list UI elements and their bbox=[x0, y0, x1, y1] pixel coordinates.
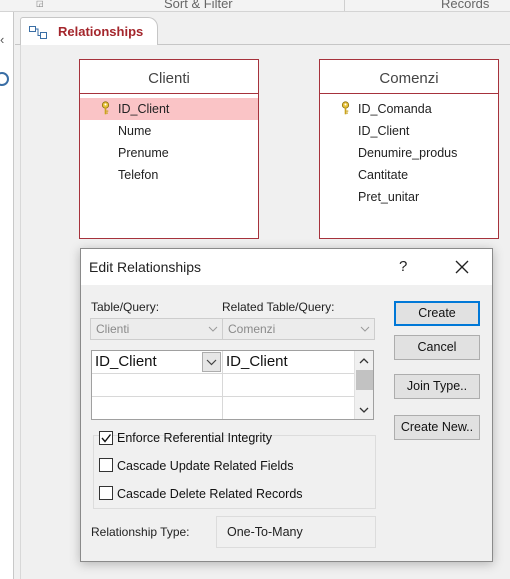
field-dropdown-button[interactable] bbox=[202, 352, 221, 372]
field-telefon[interactable]: Telefon bbox=[80, 164, 258, 186]
cascade-delete-checkbox[interactable] bbox=[99, 486, 113, 500]
field-id-comanda[interactable]: ID_Comanda bbox=[320, 98, 498, 120]
primary-key-icon bbox=[341, 101, 350, 115]
ribbon-group-records: Records bbox=[441, 0, 490, 11]
grid-column-divider bbox=[222, 351, 223, 419]
relationship-type-value: One-To-Many bbox=[216, 516, 376, 548]
dialog-launcher-icon[interactable]: ◲ bbox=[36, 0, 45, 9]
tab-label: Relationships bbox=[58, 24, 144, 39]
field-id-client[interactable]: ID_Client bbox=[80, 98, 258, 120]
search-icon[interactable] bbox=[0, 72, 9, 86]
cancel-button[interactable]: Cancel bbox=[394, 335, 480, 360]
table-query-value: Clienti bbox=[96, 322, 130, 336]
field-prenume[interactable]: Prenume bbox=[80, 142, 258, 164]
navigation-pane: ‹ bbox=[0, 12, 14, 579]
field-denumire-produs[interactable]: Denumire_produs bbox=[320, 142, 498, 164]
table-comenzi[interactable]: Comenzi ID_Comanda ID_Client Denumire_pr… bbox=[319, 59, 499, 239]
field-label: Telefon bbox=[118, 168, 159, 182]
enforce-referential-integrity-checkbox[interactable] bbox=[99, 431, 113, 445]
grid-cell-value: ID_Client bbox=[226, 353, 288, 370]
field-label: Prenume bbox=[118, 146, 169, 160]
chevron-left-icon[interactable]: ‹ bbox=[0, 32, 4, 47]
help-button[interactable]: ? bbox=[399, 258, 407, 275]
grid-scrollbar[interactable] bbox=[354, 351, 373, 419]
grid-cell-related-field[interactable]: ID_Client bbox=[223, 351, 354, 374]
grid-cell-related-field[interactable] bbox=[223, 397, 354, 420]
table-query-select: Clienti bbox=[90, 318, 223, 340]
table-query-label: Table/Query: bbox=[91, 300, 160, 314]
cascade-update-label[interactable]: Cascade Update Related Fields bbox=[117, 459, 294, 473]
primary-key-icon bbox=[101, 101, 110, 115]
field-id-client[interactable]: ID_Client bbox=[320, 120, 498, 142]
grid-cell-primary-field[interactable] bbox=[92, 374, 222, 397]
field-label: Cantitate bbox=[358, 168, 409, 182]
checkmark-icon bbox=[101, 434, 112, 443]
field-pret-unitar[interactable]: Pret_unitar bbox=[320, 186, 498, 208]
field-label: ID_Client bbox=[358, 124, 410, 138]
grid-cell-value: ID_Client bbox=[95, 353, 157, 370]
field-label: Denumire_produs bbox=[358, 146, 458, 160]
create-button[interactable]: Create bbox=[394, 301, 480, 326]
relationship-type-label: Relationship Type: bbox=[91, 525, 190, 539]
related-table-query-label: Related Table/Query: bbox=[222, 300, 335, 314]
related-table-query-select: Comenzi bbox=[222, 318, 375, 340]
enforce-referential-integrity-label[interactable]: Enforce Referential Integrity bbox=[117, 431, 272, 445]
edit-relationships-dialog: Edit Relationships ? Table/Query: Relate… bbox=[80, 248, 493, 562]
ribbon-divider bbox=[344, 0, 345, 11]
ribbon-group-sort-filter: Sort & Filter bbox=[164, 0, 233, 11]
cascade-update-checkbox[interactable] bbox=[99, 458, 113, 472]
cascade-delete-label[interactable]: Cascade Delete Related Records bbox=[117, 487, 303, 501]
field-label: Pret_unitar bbox=[358, 190, 420, 204]
field-label: ID_Comanda bbox=[358, 102, 432, 116]
field-mapping-grid[interactable]: ID_Client ID_Client bbox=[91, 350, 374, 420]
chevron-down-icon bbox=[360, 326, 370, 332]
chevron-down-icon bbox=[206, 359, 217, 366]
dialog-title-bar[interactable]: Edit Relationships ? bbox=[81, 249, 492, 285]
chevron-down-icon[interactable] bbox=[358, 405, 370, 415]
grid-cell-related-field[interactable] bbox=[223, 374, 354, 397]
ribbon: ◲ Sort & Filter Records bbox=[0, 0, 510, 12]
tab-relationships[interactable]: Relationships bbox=[20, 17, 158, 46]
create-new-button[interactable]: Create New.. bbox=[394, 415, 480, 440]
relationships-icon bbox=[29, 26, 47, 39]
grid-cell-primary-field[interactable] bbox=[92, 397, 222, 420]
table-title[interactable]: Comenzi bbox=[320, 60, 498, 94]
table-title[interactable]: Clienti bbox=[80, 60, 258, 94]
field-cantitate[interactable]: Cantitate bbox=[320, 164, 498, 186]
chevron-up-icon[interactable] bbox=[358, 356, 370, 366]
table-clienti[interactable]: Clienti ID_Client Nume Prenume Telefon bbox=[79, 59, 259, 239]
field-label: Nume bbox=[118, 124, 152, 138]
field-nume[interactable]: Nume bbox=[80, 120, 258, 142]
field-label: ID_Client bbox=[118, 102, 170, 116]
related-table-query-value: Comenzi bbox=[228, 322, 276, 336]
dialog-title: Edit Relationships bbox=[89, 259, 202, 275]
document-tab-strip: Relationships bbox=[15, 12, 510, 46]
join-type-button[interactable]: Join Type.. bbox=[394, 374, 480, 399]
scrollbar-thumb[interactable] bbox=[356, 370, 373, 390]
chevron-down-icon bbox=[208, 326, 218, 332]
close-icon[interactable] bbox=[452, 257, 472, 277]
